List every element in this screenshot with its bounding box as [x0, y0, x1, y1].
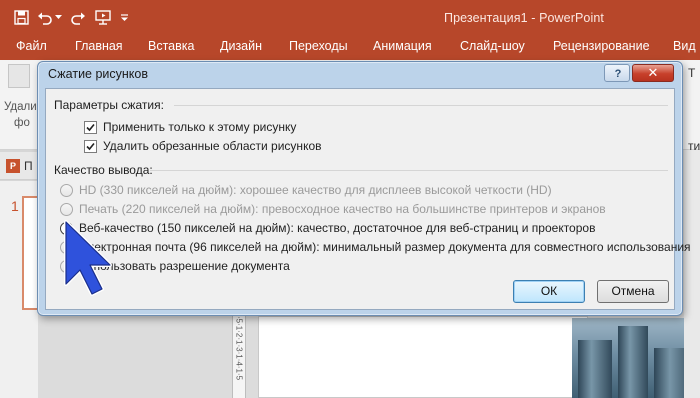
- tab-view[interactable]: Вид: [673, 39, 696, 53]
- undo-icon[interactable]: [37, 7, 53, 27]
- slide-number: 1: [11, 198, 19, 214]
- radio-hd-quality[interactable]: HD (330 пикселей на дюйм): хорошее качес…: [60, 182, 552, 198]
- vertical-scrollbar[interactable]: [684, 150, 700, 398]
- slide-canvas[interactable]: [258, 316, 588, 398]
- tab-file[interactable]: Файл: [16, 39, 47, 53]
- remove-background-icon[interactable]: [8, 64, 30, 88]
- check-icon: [86, 123, 95, 131]
- ribbon-left-label-1: Удали: [4, 101, 37, 113]
- chevron-down-icon[interactable]: [55, 7, 62, 27]
- radio-label: Печать (220 пикселей на дюйм): превосход…: [79, 202, 606, 216]
- compress-pictures-dialog: Сжатие рисунков ? ✕ Параметры сжатия: Пр…: [37, 61, 691, 316]
- checkbox-apply-only-this[interactable]: Применить только к этому рисунку: [84, 119, 296, 135]
- svg-text:?: ?: [615, 68, 622, 80]
- ribbon-right-tab-fragment: Т: [688, 66, 696, 80]
- checkbox-box[interactable]: [84, 139, 97, 153]
- checkbox-box[interactable]: [84, 120, 97, 134]
- radio-label: Веб-качество (150 пикселей на дюйм): кач…: [79, 221, 596, 235]
- customize-qat-icon[interactable]: [120, 7, 129, 27]
- group-divider: [174, 105, 668, 106]
- start-slideshow-icon[interactable]: [94, 7, 112, 27]
- building-photo[interactable]: [572, 318, 700, 398]
- ribbon-left-label-2: фо: [14, 117, 30, 129]
- tab-transitions[interactable]: Переходы: [289, 39, 348, 53]
- vertical-ruler: ·5·1·2·1·3·1·4·1·5: [232, 316, 246, 398]
- right-pane-fragment: ти: [688, 139, 700, 153]
- radio-web-quality[interactable]: Веб-качество (150 пикселей на дюйм): кач…: [60, 220, 595, 236]
- tab-insert[interactable]: Вставка: [148, 39, 194, 53]
- help-icon: ?: [615, 68, 622, 80]
- quick-access-toolbar: [14, 7, 137, 27]
- tab-home[interactable]: Главная: [75, 39, 123, 53]
- radio-button[interactable]: [60, 183, 73, 197]
- close-button[interactable]: ✕: [632, 64, 674, 82]
- tab-review[interactable]: Рецензирование: [553, 39, 650, 53]
- ruler-marks: ·5·1·2·1·3·1·4·1·5: [234, 316, 244, 381]
- ok-button[interactable]: ОК: [513, 280, 585, 303]
- save-icon[interactable]: [14, 7, 29, 27]
- radio-label: HD (330 пикселей на дюйм): хорошее качес…: [79, 183, 552, 197]
- dialog-body: Параметры сжатия: Применить только к это…: [45, 88, 691, 310]
- ribbon-tab-bar: Файл Главная Вставка Дизайн Переходы Ани…: [0, 34, 700, 60]
- radio-button[interactable]: [60, 202, 73, 216]
- mouse-pointer-icon: [64, 220, 112, 296]
- group-divider: [150, 170, 668, 171]
- dialog-title: Сжатие рисунков: [48, 67, 149, 81]
- powerpoint-icon: P: [6, 159, 20, 173]
- output-quality-heading: Качество вывода:: [54, 163, 153, 177]
- close-icon: ✕: [647, 65, 659, 80]
- redo-icon[interactable]: [70, 7, 86, 27]
- tab-design[interactable]: Дизайн: [220, 39, 262, 53]
- check-icon: [86, 142, 95, 150]
- window-title: Презентация1 - PowerPoint: [444, 11, 604, 25]
- help-button[interactable]: ?: [604, 64, 630, 82]
- checkbox-delete-cropped[interactable]: Удалить обрезанные области рисунков: [84, 138, 322, 154]
- radio-print-quality[interactable]: Печать (220 пикселей на дюйм): превосход…: [60, 201, 606, 217]
- thumbnail-pane-label: П: [24, 159, 33, 173]
- compression-options-heading: Параметры сжатия:: [54, 98, 164, 112]
- radio-label: Электронная почта (96 пикселей на дюйм):…: [79, 240, 691, 254]
- radio-email-quality[interactable]: Электронная почта (96 пикселей на дюйм):…: [60, 239, 691, 255]
- tab-animations[interactable]: Анимация: [373, 39, 432, 53]
- checkbox-label: Удалить обрезанные области рисунков: [103, 139, 322, 153]
- title-bar: Презентация1 - PowerPoint: [0, 0, 700, 34]
- cancel-button[interactable]: Отмена: [597, 280, 669, 303]
- tab-slideshow[interactable]: Слайд-шоу: [460, 39, 525, 53]
- checkbox-label: Применить только к этому рисунку: [103, 120, 297, 134]
